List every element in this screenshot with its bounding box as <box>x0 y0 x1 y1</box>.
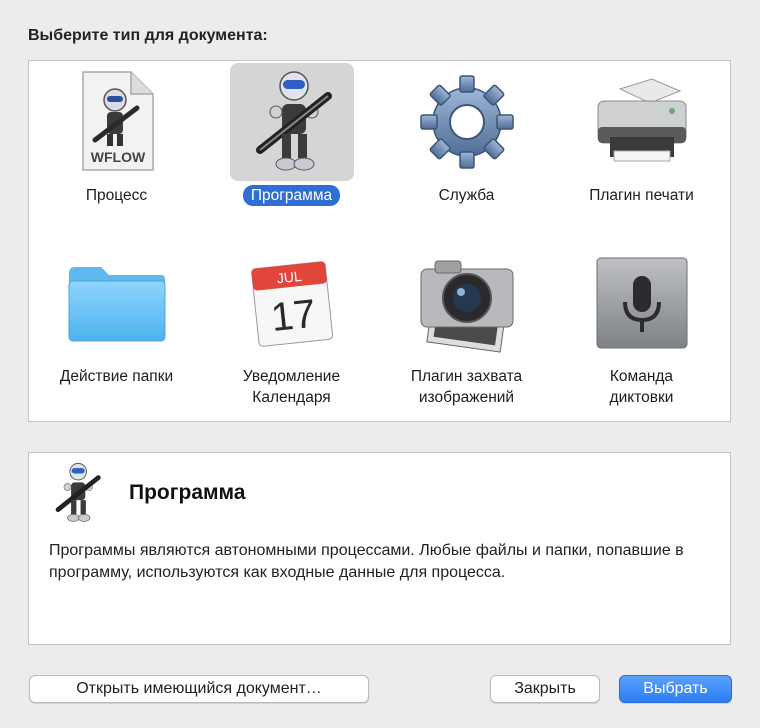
calendar-day: 17 <box>268 292 317 340</box>
description-text: Программы являются автономными процессам… <box>49 542 684 581</box>
microphone-icon <box>596 257 687 349</box>
type-label-print-plugin: Плагин печати <box>589 187 694 204</box>
choose-button[interactable]: Выбрать <box>619 675 732 703</box>
type-tile-application[interactable]: Программа <box>204 63 379 206</box>
camera-icon <box>420 260 513 353</box>
document-type-grid: WFLOW Процесс Программа Служба Плагин пе… <box>28 60 731 422</box>
type-tile-calendar-alarm[interactable]: JUL 17 Уведомление Календаря <box>204 244 379 408</box>
automator-robot-icon <box>255 71 332 171</box>
open-existing-document-button[interactable]: Открыть имеющийся документ… <box>29 675 369 703</box>
type-label-application: Программа <box>242 185 341 206</box>
type-tile-workflow[interactable]: WFLOW Процесс <box>29 63 204 206</box>
type-label-folder-action: Действие папки <box>59 368 174 385</box>
printer-icon <box>597 78 686 162</box>
type-tile-print-plugin[interactable]: Плагин печати <box>554 63 729 206</box>
type-tile-image-capture[interactable]: Плагин захвата изображений <box>379 244 554 408</box>
type-label-service: Служба <box>438 187 495 204</box>
folder-icon <box>68 267 165 342</box>
type-label-image-capture: Плагин захвата изображений <box>410 368 523 406</box>
type-label-workflow: Процесс <box>85 187 148 204</box>
description-title: Программа <box>129 481 246 504</box>
type-tile-service[interactable]: Служба <box>379 63 554 206</box>
close-button[interactable]: Закрыть <box>490 675 600 703</box>
gear-icon <box>419 75 514 169</box>
calendar-month: JUL <box>276 268 303 287</box>
workflow-badge: WFLOW <box>90 149 145 165</box>
type-label-dictation-command: Команда диктовки <box>609 368 674 406</box>
calendar-icon: JUL 17 <box>250 261 333 347</box>
dialog-heading: Выберите тип для документа: <box>28 27 268 44</box>
description-panel: Программа Программы являются автономными… <box>28 452 731 645</box>
type-tile-folder-action[interactable]: Действие папки <box>29 244 204 387</box>
automator-robot-icon <box>55 462 101 522</box>
type-tile-dictation-command[interactable]: Команда диктовки <box>554 244 729 408</box>
type-label-calendar-alarm: Уведомление Календаря <box>242 368 341 406</box>
workflow-document-icon: WFLOW <box>81 71 154 171</box>
